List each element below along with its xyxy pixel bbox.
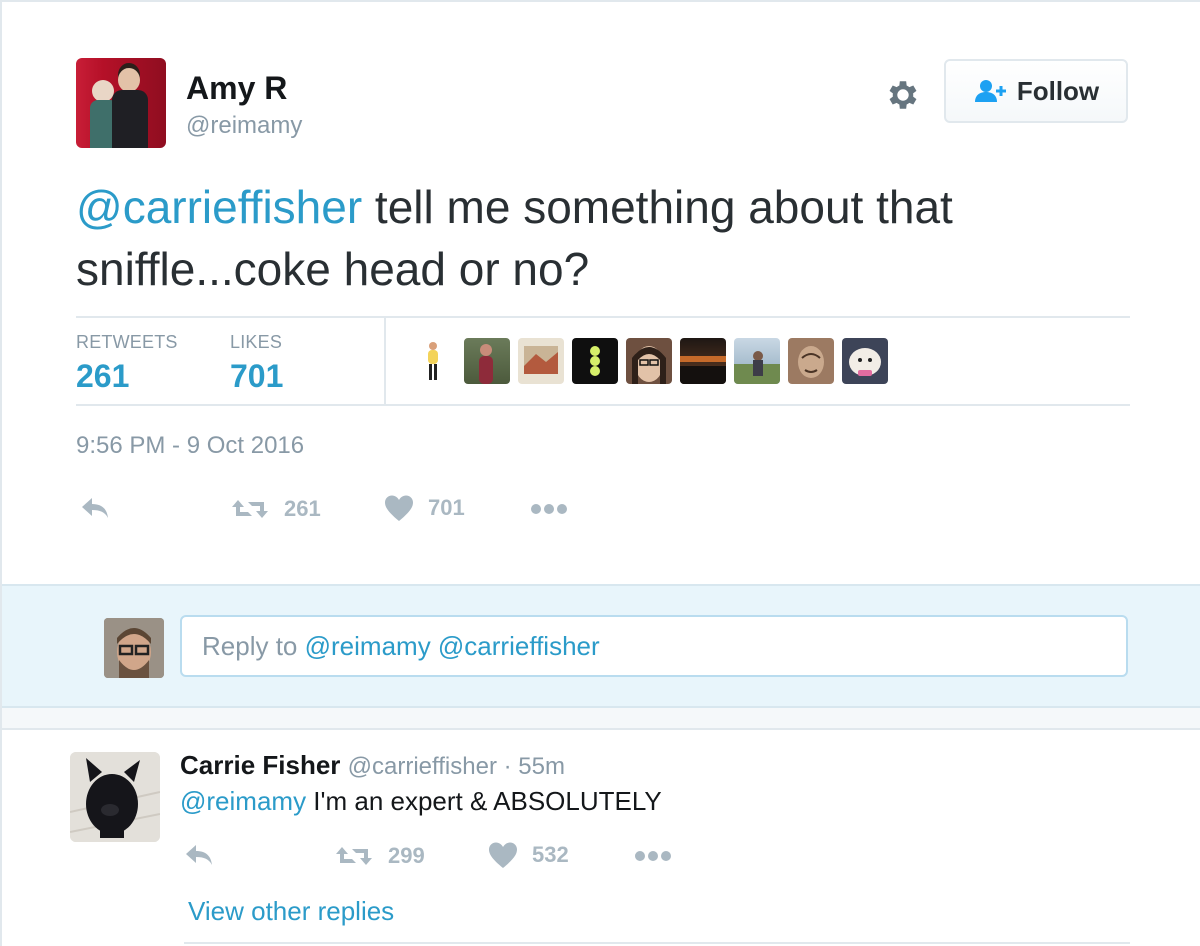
author-avatar[interactable] [76,58,166,148]
reply-reply-button[interactable] [184,843,214,869]
author-username[interactable]: @reimamy [186,112,302,140]
liker-avatar-7[interactable] [734,338,780,384]
author-display-name[interactable]: Amy R [186,70,287,107]
frame-top-border [0,0,1200,2]
retweet-icon [232,500,268,518]
reply-like-count: 532 [532,842,569,867]
reply-meta-separator: · [496,753,519,780]
view-other-replies-link[interactable]: View other replies [188,896,394,927]
reply-more-button[interactable] [634,849,672,863]
reply-like-button[interactable]: 532 [488,841,569,869]
bottom-divider [184,942,1130,944]
tweet-mention-link[interactable]: @carrieffisher [76,181,362,233]
follow-label: Follow [1016,75,1100,106]
liker-avatar-6[interactable] [680,338,726,384]
likes-stat-value[interactable]: 701 [230,358,283,395]
reply-author-name[interactable]: Carrie Fisher [180,750,340,780]
heart-icon [489,842,517,868]
stats-divider-top [76,316,1130,318]
section-separator [2,708,1200,730]
reply-input[interactable]: Reply to @reimamy @carrieffisher [180,615,1128,677]
retweets-stat-label[interactable]: RETWEETS [76,332,178,353]
reply-icon [82,498,108,518]
like-count: 701 [428,495,465,520]
reply-mention-link[interactable]: @reimamy [180,786,306,816]
like-button[interactable]: 701 [384,494,465,522]
reply-button[interactable] [80,496,110,522]
more-icon [531,504,567,514]
tweet-text: @carrieffisher tell me something about t… [76,176,1136,300]
avatar-person-1-head [92,80,114,102]
reply-retweet-count: 299 [388,843,425,868]
reply-input-mentions: @reimamy @carrieffisher [304,630,600,661]
reply-text: @reimamy I'm an expert & ABSOLUTELY [180,786,662,817]
reply-retweet-button[interactable]: 299 [334,843,425,869]
liker-avatar-3[interactable] [518,338,564,384]
reply-body-text: I'm an expert & ABSOLUTELY [306,786,662,816]
stats-vertical-divider [384,318,386,404]
likes-stat-label[interactable]: LIKES [230,332,282,353]
frame-left-border [0,0,2,946]
more-button[interactable] [530,502,568,516]
follow-button[interactable]: Follow [944,59,1128,123]
heart-icon [385,495,413,521]
liker-avatar-8[interactable] [788,338,834,384]
avatar-person-2-head [118,68,140,92]
reply-author-avatar[interactable] [70,752,160,842]
avatar-person-2-body [112,90,148,148]
reply-icon [186,845,212,865]
stats-divider-bottom [76,404,1130,406]
reply-time[interactable]: 55m [518,753,565,780]
follow-person-icon [974,80,1006,102]
retweets-stat-value[interactable]: 261 [76,358,129,395]
more-icon [635,851,671,861]
liker-avatar-5[interactable] [626,338,672,384]
retweet-icon [336,847,372,865]
reply-header: Carrie Fisher @carrieffisher · 55m [180,750,565,781]
retweet-count: 261 [284,496,321,521]
reply-author-username[interactable]: @carrieffisher [348,753,497,780]
tweet-timestamp[interactable]: 9:56 PM - 9 Oct 2016 [76,432,304,460]
liker-avatar-2[interactable] [464,338,510,384]
liker-avatar-1[interactable] [410,338,456,384]
current-user-avatar[interactable] [104,618,164,678]
reply-input-prefix: Reply to [202,630,298,661]
gear-icon[interactable] [884,76,922,114]
liker-avatar-4[interactable] [572,338,618,384]
retweet-button[interactable]: 261 [230,496,321,522]
liker-avatar-9[interactable] [842,338,888,384]
